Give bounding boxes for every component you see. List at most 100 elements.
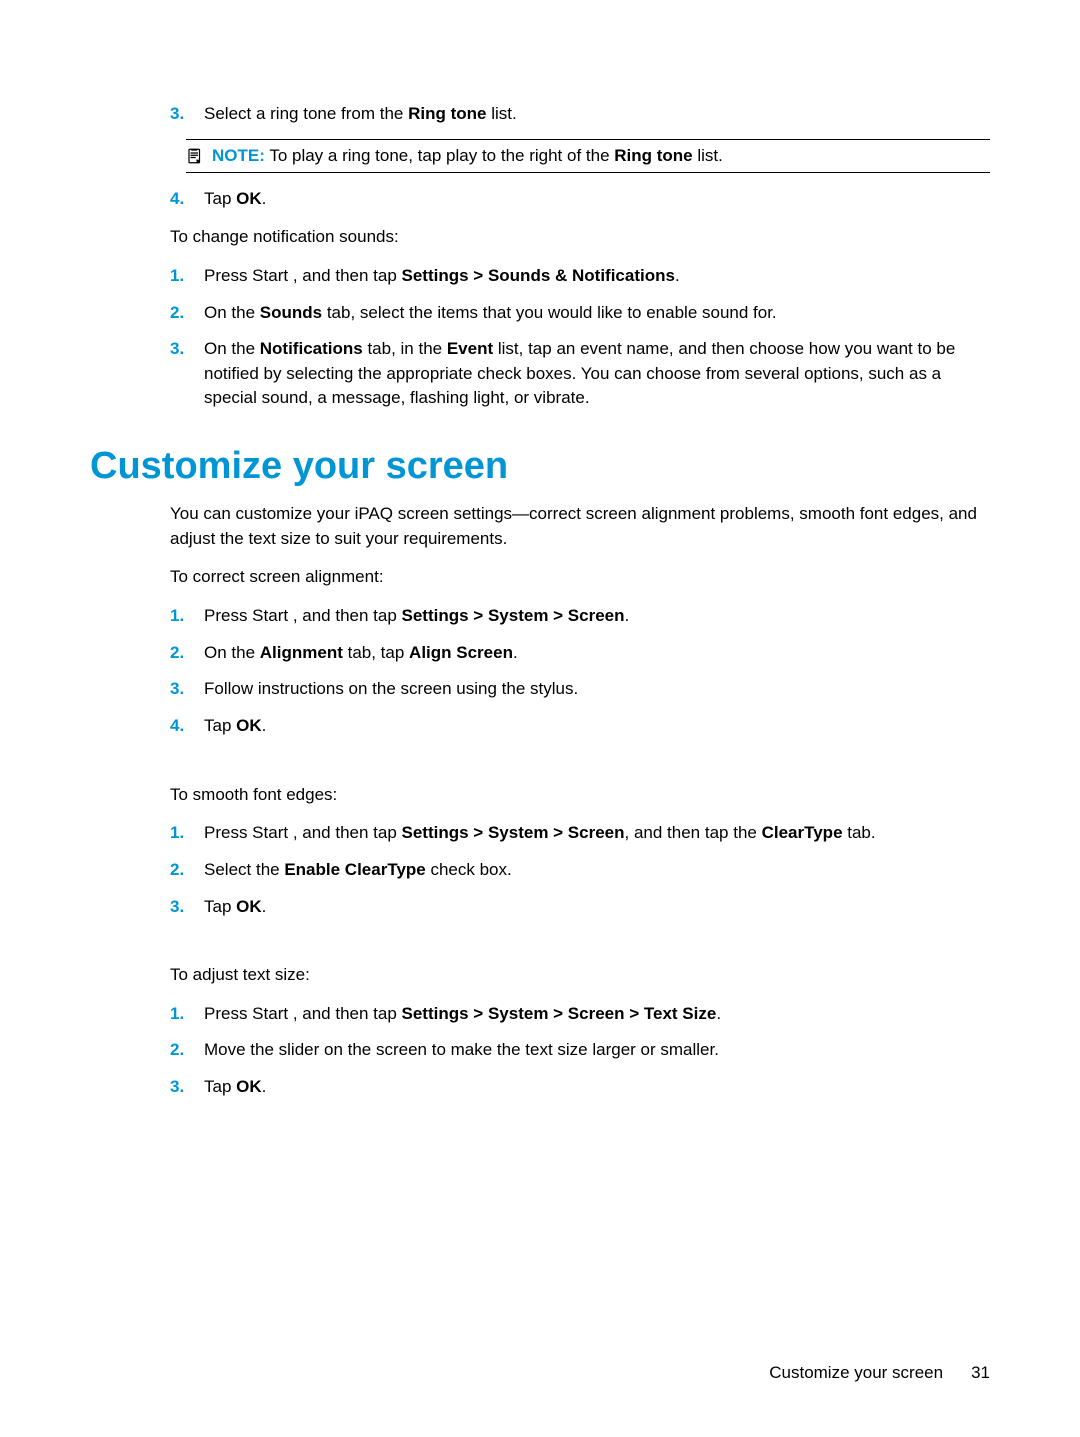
- bold-text: Align Screen: [409, 643, 513, 662]
- page-number: 31: [971, 1363, 990, 1383]
- text: , and then tap: [293, 823, 402, 842]
- list-item: 2. On the Alignment tab, tap Align Scree…: [170, 641, 990, 666]
- ringtone-steps: 3. Select a ring tone from the Ring tone…: [170, 102, 990, 127]
- note-label: NOTE:: [212, 146, 265, 165]
- list-item: 4. Tap OK.: [170, 187, 990, 212]
- bold-text: Ring tone: [408, 104, 486, 123]
- text: tab, in the: [363, 339, 447, 358]
- list-item: 1. Press Start , and then tap Settings >…: [170, 604, 990, 629]
- text: .: [262, 1077, 267, 1096]
- step-number: 3.: [170, 1075, 204, 1100]
- note-icon: [186, 147, 204, 165]
- text: Tap: [204, 189, 236, 208]
- text: list.: [693, 146, 723, 165]
- bold-text: OK: [236, 189, 262, 208]
- step-number: 3.: [170, 677, 204, 702]
- text: Tap: [204, 1077, 236, 1096]
- text: , and then tap the: [625, 823, 762, 842]
- text: tab.: [843, 823, 876, 842]
- step-number: 2.: [170, 1038, 204, 1063]
- page-footer: Customize your screen 31: [769, 1363, 990, 1383]
- text: On the: [204, 643, 260, 662]
- step-text: Follow instructions on the screen using …: [204, 677, 990, 702]
- text: list.: [487, 104, 517, 123]
- text: , and then tap: [293, 266, 402, 285]
- bold-text: Alignment: [260, 643, 343, 662]
- paragraph: To smooth font edges:: [170, 783, 990, 808]
- text: Press Start: [204, 266, 293, 285]
- text: Select a ring tone from the: [204, 104, 408, 123]
- step-text: On the Alignment tab, tap Align Screen.: [204, 641, 990, 666]
- step-number: 2.: [170, 301, 204, 326]
- text: Select the: [204, 860, 284, 879]
- ringtone-steps-cont: 4. Tap OK.: [170, 187, 990, 212]
- text: Press Start: [204, 1004, 293, 1023]
- list-item: 2. Select the Enable ClearType check box…: [170, 858, 990, 883]
- step-text: Tap OK.: [204, 895, 990, 920]
- step-text: Tap OK.: [204, 714, 990, 739]
- list-item: 4. Tap OK.: [170, 714, 990, 739]
- step-number: 4.: [170, 187, 204, 212]
- step-text: Press Start , and then tap Settings > Sy…: [204, 821, 990, 846]
- cleartype-steps: 1. Press Start , and then tap Settings >…: [170, 821, 990, 919]
- content-block: 3. Select a ring tone from the Ring tone…: [170, 102, 990, 1100]
- step-text: On the Notifications tab, in the Event l…: [204, 337, 990, 411]
- textsize-steps: 1. Press Start , and then tap Settings >…: [170, 1002, 990, 1100]
- page: 3. Select a ring tone from the Ring tone…: [0, 0, 1080, 1437]
- text: Tap: [204, 897, 236, 916]
- text: .: [675, 266, 680, 285]
- section-heading: Customize your screen: [90, 445, 990, 488]
- text: to the right of the: [482, 146, 614, 165]
- bold-text: Notifications: [260, 339, 363, 358]
- footer-title: Customize your screen: [769, 1363, 943, 1383]
- alignment-steps: 1. Press Start , and then tap Settings >…: [170, 604, 990, 739]
- bold-text: OK: [236, 897, 262, 916]
- spacer: [170, 931, 990, 949]
- text: .: [262, 189, 267, 208]
- paragraph: To correct screen alignment:: [170, 565, 990, 590]
- step-text: Press Start , and then tap Settings > So…: [204, 264, 990, 289]
- note-content: NOTE: To play a ring tone, tap play to t…: [212, 146, 723, 166]
- list-item: 2. Move the slider on the screen to make…: [170, 1038, 990, 1063]
- step-number: 2.: [170, 858, 204, 883]
- text: Tap: [204, 716, 236, 735]
- text: .: [625, 606, 630, 625]
- step-number: 3.: [170, 337, 204, 411]
- step-text: Select the Enable ClearType check box.: [204, 858, 990, 883]
- bold-text: Ring tone: [614, 146, 692, 165]
- list-item: 3. Tap OK.: [170, 895, 990, 920]
- bold-text: Settings > System > Screen: [402, 606, 625, 625]
- text: On the: [204, 339, 260, 358]
- step-number: 1.: [170, 604, 204, 629]
- step-text: Press Start , and then tap Settings > Sy…: [204, 604, 990, 629]
- list-item: 1. Press Start , and then tap Settings >…: [170, 821, 990, 846]
- list-item: 2. On the Sounds tab, select the items t…: [170, 301, 990, 326]
- text: tab, tap: [343, 643, 409, 662]
- list-item: 1. Press Start , and then tap Settings >…: [170, 1002, 990, 1027]
- step-text: Move the slider on the screen to make th…: [204, 1038, 990, 1063]
- bold-text: Settings > System > Screen: [402, 823, 625, 842]
- text: , and then tap: [293, 1004, 402, 1023]
- step-number: 1.: [170, 821, 204, 846]
- step-number: 3.: [170, 102, 204, 127]
- step-number: 1.: [170, 1002, 204, 1027]
- step-text: Press Start , and then tap Settings > Sy…: [204, 1002, 990, 1027]
- bold-text: Sounds: [260, 303, 322, 322]
- paragraph: To adjust text size:: [170, 963, 990, 988]
- notification-steps: 1. Press Start , and then tap Settings >…: [170, 264, 990, 411]
- step-number: 3.: [170, 895, 204, 920]
- list-item: 3. On the Notifications tab, in the Even…: [170, 337, 990, 411]
- spacer: [170, 751, 990, 769]
- text: To play a ring tone, tap play: [269, 146, 482, 165]
- paragraph: You can customize your iPAQ screen setti…: [170, 502, 990, 551]
- bold-text: OK: [236, 716, 262, 735]
- text: .: [262, 716, 267, 735]
- text: On the: [204, 303, 260, 322]
- step-text: Tap OK.: [204, 1075, 990, 1100]
- bold-text: ClearType: [762, 823, 843, 842]
- text: , and then tap: [293, 606, 402, 625]
- text: tab, select the items that you would lik…: [322, 303, 777, 322]
- step-text: On the Sounds tab, select the items that…: [204, 301, 990, 326]
- paragraph: To change notification sounds:: [170, 225, 990, 250]
- list-item: 3. Tap OK.: [170, 1075, 990, 1100]
